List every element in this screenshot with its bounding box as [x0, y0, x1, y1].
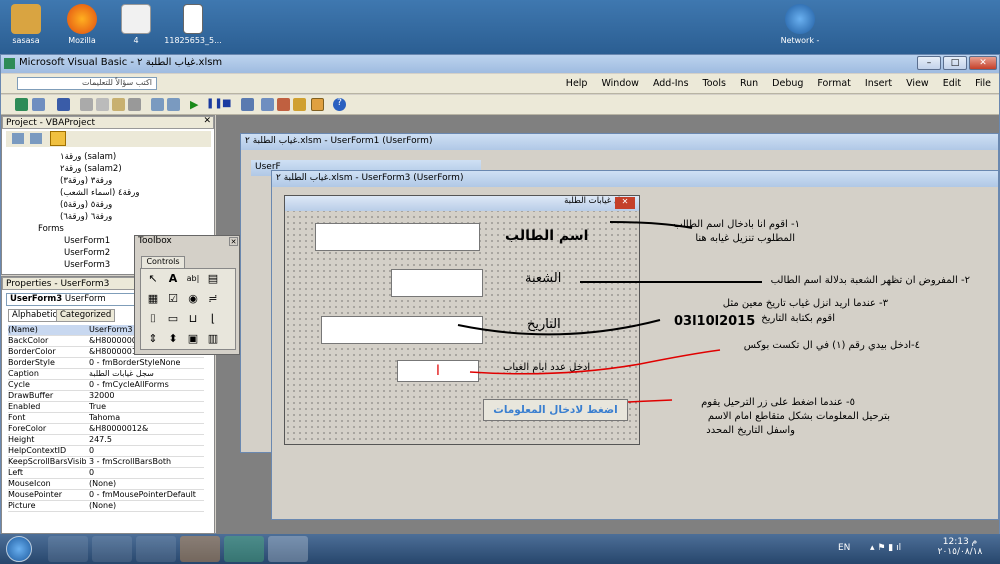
language-indicator[interactable]: EN [838, 543, 850, 553]
annotation-4: ٤-ادخل بيدي رقم (١) في ال تكست بوكس [743, 340, 920, 351]
annotation-1-line1: ١- اقوم انا بادخال اسم الطالب [673, 219, 800, 230]
annotation-3-line1: ٣- عندما اريد انزل غياب تاريخ معين مثل [722, 298, 888, 309]
taskbar-excel-icon[interactable] [224, 536, 264, 562]
taskbar-vbe-icon[interactable] [268, 536, 308, 562]
taskbar-firefox-icon[interactable] [180, 536, 220, 562]
annotation-1-line2: المطلوب تنزيل غيابه هنا [695, 233, 795, 244]
start-button[interactable] [6, 536, 32, 562]
taskbar: EN ▴ ⚑ ▮ ıl 12:13 م ٢٠١٥/٠٨/١٨ [0, 534, 1000, 564]
annotation-5-line3: واسفل التاريخ المحدد [706, 425, 795, 436]
taskbar-ie-icon[interactable] [48, 536, 88, 562]
annotation-5-line2: بترحيل المعلومات بشكل متقاطع امام الاسم [707, 411, 890, 422]
annotation-2: ٢- المفروض ان تظهر الشعبة بدلالة اسم الط… [770, 275, 970, 286]
taskbar-explorer-icon[interactable] [92, 536, 132, 562]
annotation-3-date: 03l10l2015 [674, 314, 756, 329]
annotation-5-line1: ٥- عندما اضغط على زر الترحيل يقوم [701, 397, 855, 408]
tray-icons[interactable]: ▴ ⚑ ▮ ıl [870, 543, 901, 553]
taskbar-media-icon[interactable] [136, 536, 176, 562]
clock[interactable]: 12:13 م ٢٠١٥/٠٨/١٨ [930, 537, 990, 557]
